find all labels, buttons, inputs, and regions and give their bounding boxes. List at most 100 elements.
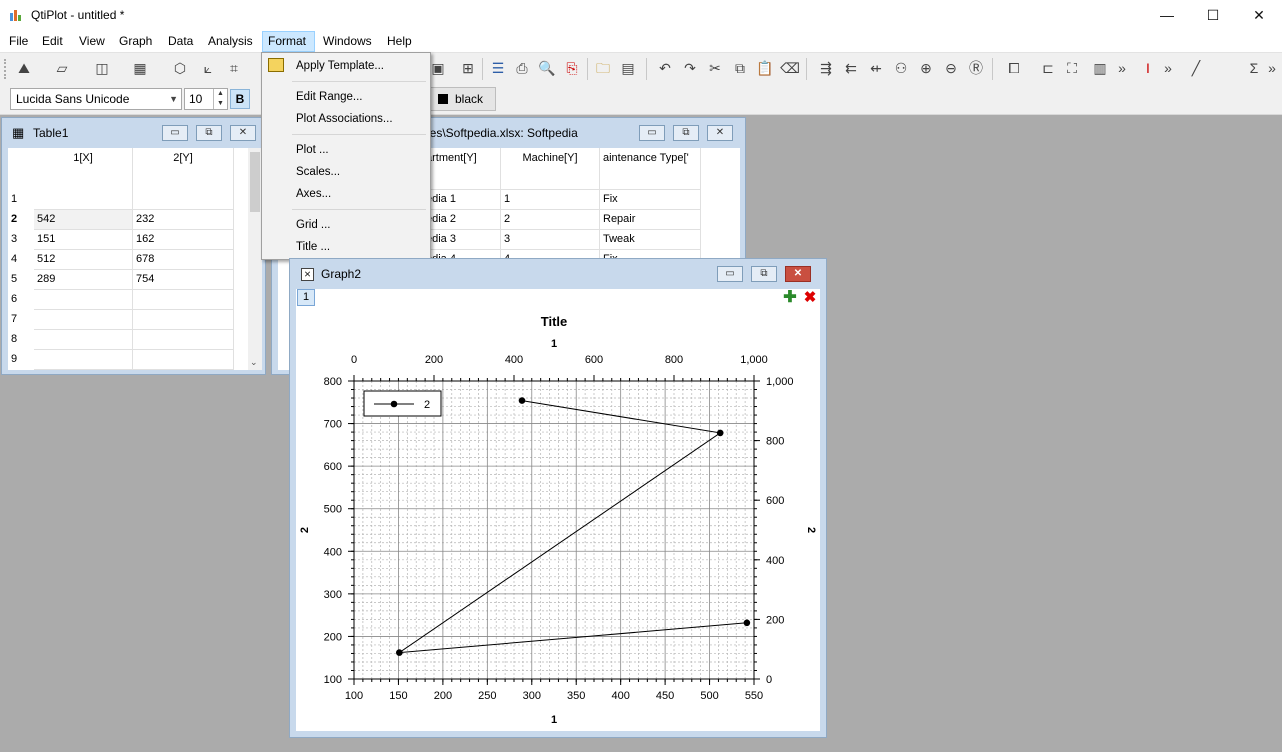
menu-data[interactable]: Data <box>163 31 198 52</box>
menu-plot-associations[interactable]: Plot Associations... <box>296 113 393 125</box>
menu-analysis[interactable]: Analysis <box>203 31 258 52</box>
open-folder-icon[interactable]: 🗀 <box>593 58 613 78</box>
table-cell[interactable] <box>34 350 133 370</box>
table-cell[interactable] <box>133 350 234 370</box>
grid-surface-icon[interactable]: ▦ <box>130 58 150 78</box>
table-cell[interactable]: edia 3 <box>423 230 501 250</box>
print-preview-icon[interactable]: 🔍 <box>537 58 557 78</box>
minimize-icon[interactable]: ▭ <box>717 266 743 282</box>
text-color-button[interactable]: black <box>430 87 496 111</box>
row-number[interactable]: 1 <box>8 190 32 210</box>
cut-icon[interactable]: ✂ <box>705 58 725 78</box>
zoom-out-icon[interactable]: ⊖ <box>941 58 961 78</box>
toolbar-more-icon[interactable]: » <box>1158 58 1178 78</box>
table-cell[interactable]: Fix <box>600 190 701 210</box>
table-cell[interactable]: 151 <box>34 230 133 250</box>
table-cell[interactable] <box>133 310 234 330</box>
table-cell[interactable]: 1 <box>501 190 600 210</box>
table-cell[interactable] <box>133 190 234 210</box>
copy-icon[interactable]: ⧉ <box>730 58 750 78</box>
table-cell[interactable]: 289 <box>34 270 133 290</box>
toolbar-more-icon[interactable]: » <box>1112 58 1132 78</box>
table-cell[interactable] <box>133 330 234 350</box>
table-cell[interactable] <box>34 190 133 210</box>
menu-scales[interactable]: Scales... <box>296 166 340 178</box>
restore-icon[interactable]: ⧉ <box>196 125 222 141</box>
column-header[interactable]: 1[X] <box>34 148 133 190</box>
maximize-button[interactable]: ☐ <box>1190 0 1236 31</box>
table-cell[interactable]: 678 <box>133 250 234 270</box>
table-cell[interactable] <box>423 170 501 190</box>
table-cell[interactable]: edia 2 <box>423 210 501 230</box>
screen-reader-icon[interactable]: ⚇ <box>891 58 911 78</box>
table-cell[interactable] <box>133 290 234 310</box>
toolbar-grip[interactable] <box>4 59 7 79</box>
close-button[interactable]: ✕ <box>1236 0 1282 31</box>
select-data-icon[interactable]: ⇇ <box>841 58 861 78</box>
fit-window-icon[interactable]: ⛶ <box>1062 58 1082 78</box>
line-tool-icon[interactable]: ╱ <box>1186 58 1206 78</box>
rescale-icon[interactable]: Ⓡ <box>966 58 986 78</box>
close-icon[interactable]: ✕ <box>230 125 256 141</box>
graph2-titlebar[interactable]: ⨯ Graph2 ▭ ⧉ ✕ <box>290 259 826 289</box>
menu-format[interactable]: Format <box>262 31 315 52</box>
print-icon[interactable]: ⎙ <box>512 58 532 78</box>
menu-help[interactable]: Help <box>382 31 417 52</box>
table-cell[interactable]: 754 <box>133 270 234 290</box>
table-cell[interactable] <box>34 290 133 310</box>
column-header[interactable]: 2[Y] <box>133 148 234 190</box>
cube-icon[interactable]: ◫ <box>92 58 112 78</box>
row-number[interactable]: 8 <box>8 330 32 350</box>
table-cell[interactable]: 2 <box>501 210 600 230</box>
menu-grid[interactable]: Grid ... <box>296 219 331 231</box>
sum-icon[interactable]: Σ <box>1244 58 1264 78</box>
plot-area[interactable]: 1 ✚ ✖ 100 150 200 250 300 350 400 450 500 550 100 2… <box>296 289 820 731</box>
row-number[interactable]: 5 <box>8 270 32 290</box>
axes-icon[interactable]: ⟀ <box>198 58 218 78</box>
table-cell[interactable]: 512 <box>34 250 133 270</box>
redo-icon[interactable]: ↷ <box>680 58 700 78</box>
spin-arrows-icon[interactable]: ▲ ▼ <box>213 89 227 109</box>
menu-file[interactable]: File <box>4 31 33 52</box>
layout-icon[interactable]: ☰ <box>488 58 508 78</box>
minimize-icon[interactable]: ▭ <box>162 125 188 141</box>
row-number[interactable]: 9 <box>8 350 32 370</box>
menu-windows[interactable]: Windows <box>318 31 377 52</box>
bold-button[interactable]: B <box>230 89 250 109</box>
menu-apply-template[interactable]: Apply Template... <box>296 60 384 72</box>
export-pdf-icon[interactable]: ⎘ <box>562 58 582 78</box>
font-family-select[interactable]: Lucida Sans Unicode ▼ <box>10 88 182 110</box>
row-number[interactable]: 3 <box>8 230 32 250</box>
move-points-icon[interactable]: ⇷ <box>866 58 886 78</box>
close-icon[interactable]: ✕ <box>785 266 811 282</box>
menu-edit-range[interactable]: Edit Range... <box>296 91 362 103</box>
arrange-layers-icon[interactable]: ⊏ <box>1038 58 1058 78</box>
chevron-down-icon[interactable]: ⌄ <box>250 357 258 368</box>
menu-title[interactable]: Title ... <box>296 241 330 253</box>
restore-icon[interactable]: ⧉ <box>673 125 699 141</box>
table-cell[interactable]: 542 <box>34 210 133 230</box>
3d-plot-icon[interactable]: ⛰ <box>14 58 34 78</box>
table-cell[interactable] <box>34 310 133 330</box>
restore-icon[interactable]: ⧉ <box>751 266 777 282</box>
matrix-icon[interactable]: ⊞ <box>458 58 478 78</box>
table-cell[interactable]: 3 <box>501 230 600 250</box>
minimize-icon[interactable]: ▭ <box>639 125 665 141</box>
toolbar-more-icon[interactable]: » <box>1262 58 1282 78</box>
menu-graph[interactable]: Graph <box>114 31 157 52</box>
menu-axes[interactable]: Axes... <box>296 188 331 200</box>
box-icon[interactable]: ⬡ <box>170 58 190 78</box>
row-number[interactable]: 6 <box>8 290 32 310</box>
clear-icon[interactable]: ⌫ <box>780 58 800 78</box>
table-cell[interactable]: Repair <box>600 210 701 230</box>
save-icon[interactable]: ▣ <box>428 58 448 78</box>
menu-edit[interactable]: Edit <box>37 31 68 52</box>
add-layer-icon[interactable]: ⧠ <box>1004 58 1024 78</box>
fit-icon[interactable]: ⌗ <box>224 58 244 78</box>
undo-icon[interactable]: ↶ <box>655 58 675 78</box>
row-number[interactable]: 4 <box>8 250 32 270</box>
data-reader-icon[interactable]: ⇶ <box>816 58 836 78</box>
vertical-scrollbar[interactable]: ⌄ <box>248 148 262 370</box>
table1-titlebar[interactable]: ▦ Table1 ▭ ⧉ ✕ <box>2 118 265 148</box>
error-bars-icon[interactable]: I <box>1138 58 1158 78</box>
